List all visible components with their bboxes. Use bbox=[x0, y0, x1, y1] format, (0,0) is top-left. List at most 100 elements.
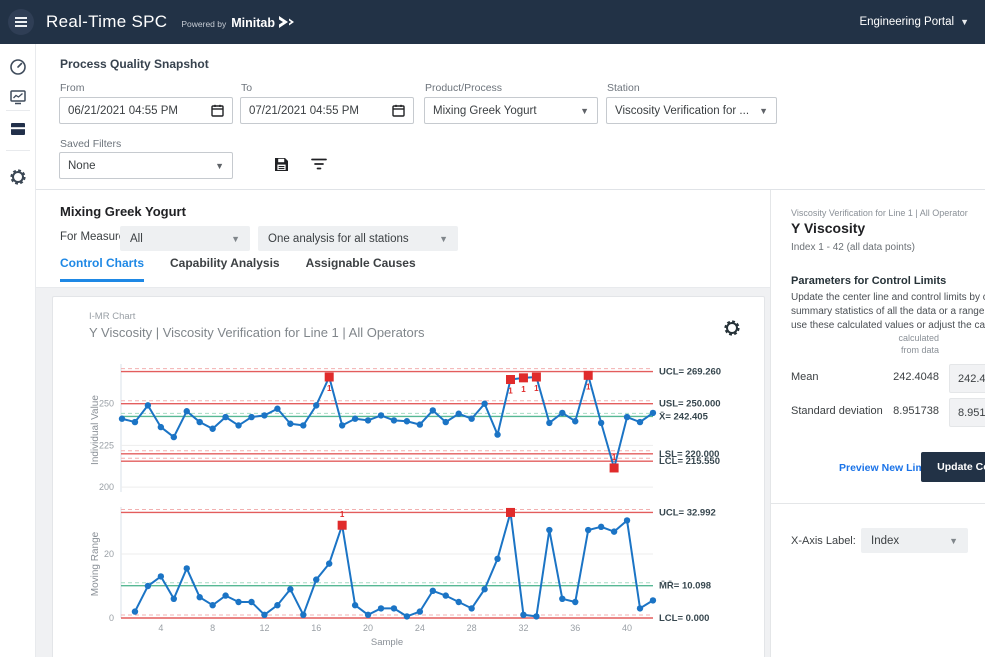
svg-text:4: 4 bbox=[158, 623, 163, 633]
caret-down-icon: ▼ bbox=[215, 161, 224, 171]
svg-text:1: 1 bbox=[340, 510, 345, 519]
saved-filters-select[interactable]: None ▼ bbox=[59, 152, 233, 179]
svg-text:1: 1 bbox=[612, 453, 617, 462]
from-label: From bbox=[60, 82, 85, 94]
caret-down-icon: ▼ bbox=[960, 17, 969, 27]
save-icon bbox=[273, 156, 290, 173]
caret-down-icon: ▼ bbox=[439, 234, 448, 244]
svg-text:16: 16 bbox=[311, 623, 321, 633]
svg-text:1: 1 bbox=[327, 384, 332, 393]
analysis-column: Mixing Greek Yogurt For Measure: All ▼ O… bbox=[36, 190, 770, 657]
from-date-input[interactable]: 06/21/2021 04:55 PM bbox=[59, 97, 233, 124]
to-label: To bbox=[241, 82, 252, 94]
parameters-description: Update the center line and control limit… bbox=[791, 291, 985, 332]
sidebar-item-charts[interactable] bbox=[9, 88, 27, 106]
sidebar-item-settings[interactable] bbox=[9, 168, 27, 186]
minitab-logo bbox=[279, 16, 294, 28]
analysis-header: Mixing Greek Yogurt For Measure: All ▼ O… bbox=[36, 190, 770, 288]
svg-text:12: 12 bbox=[259, 623, 269, 633]
left-icon-rail bbox=[0, 44, 36, 657]
app-title: Real-Time SPC bbox=[46, 12, 167, 32]
menu-icon[interactable] bbox=[8, 9, 34, 35]
panel-divider bbox=[771, 503, 985, 504]
measure-select[interactable]: All ▼ bbox=[120, 226, 250, 251]
caret-down-icon: ▼ bbox=[759, 106, 768, 116]
imr-chart-card: I-MR Chart Y Viscosity | Viscosity Verif… bbox=[52, 296, 765, 657]
svg-text:40: 40 bbox=[622, 623, 632, 633]
xaxis-select[interactable]: Index ▼ bbox=[861, 528, 968, 553]
mean-calculated-value: 242.4048 bbox=[791, 371, 939, 383]
station-select[interactable]: Viscosity Verification for ... ▼ bbox=[606, 97, 777, 124]
process-title: Mixing Greek Yogurt bbox=[60, 204, 186, 219]
portal-selector[interactable]: Engineering Portal ▼ bbox=[859, 16, 969, 28]
svg-text:LCL= 215.550: LCL= 215.550 bbox=[659, 456, 720, 467]
products-box-icon bbox=[9, 120, 27, 138]
svg-text:8: 8 bbox=[210, 623, 215, 633]
chart-title: Y Viscosity | Viscosity Verification for… bbox=[89, 325, 425, 340]
gear-icon bbox=[723, 319, 741, 337]
tab-bar: Control Charts Capability Analysis Assig… bbox=[60, 256, 416, 282]
svg-text:1: 1 bbox=[521, 385, 526, 394]
tab-assignable-causes[interactable]: Assignable Causes bbox=[306, 256, 416, 282]
svg-text:M̄R̄= 10.098: M̄R̄= 10.098 bbox=[659, 581, 711, 592]
measure-title: Y Viscosity bbox=[791, 220, 865, 236]
chart-settings-button[interactable] bbox=[723, 319, 741, 337]
svg-text:28: 28 bbox=[467, 623, 477, 633]
settings-gear-icon bbox=[9, 168, 27, 186]
product-select[interactable]: Mixing Greek Yogurt ▼ bbox=[424, 97, 598, 124]
app-header: Real-Time SPC Powered by Minitab Enginee… bbox=[0, 0, 985, 44]
xaxis-label: X-Axis Label: bbox=[791, 535, 856, 547]
dashboard-gauge-icon bbox=[9, 58, 27, 76]
sidebar-item-dashboard[interactable] bbox=[9, 58, 27, 76]
tab-capability-analysis[interactable]: Capability Analysis bbox=[170, 256, 280, 282]
analysis-mode-select[interactable]: One analysis for all stations ▼ bbox=[258, 226, 458, 251]
index-range: Index 1 - 42 (all data points) bbox=[791, 242, 915, 253]
svg-text:20: 20 bbox=[104, 549, 114, 559]
control-limits-panel: Viscosity Verification for Line 1 | All … bbox=[770, 190, 985, 657]
saved-filters-label: Saved Filters bbox=[60, 138, 121, 150]
filter-icon bbox=[311, 157, 327, 171]
moving-range-chart: 200481216202428323640SampleMoving RangeU… bbox=[53, 506, 759, 657]
svg-text:225: 225 bbox=[99, 440, 114, 450]
filter-options-button[interactable] bbox=[311, 157, 331, 177]
caret-down-icon: ▼ bbox=[580, 106, 589, 116]
sidebar-item-products[interactable] bbox=[9, 120, 27, 138]
svg-text:250: 250 bbox=[99, 399, 114, 409]
calendar-icon bbox=[211, 104, 224, 117]
content-area: Mixing Greek Yogurt For Measure: All ▼ O… bbox=[36, 190, 985, 657]
svg-text:200: 200 bbox=[99, 482, 114, 492]
for-measure-label: For Measure: bbox=[60, 231, 128, 243]
svg-text:1: 1 bbox=[586, 382, 591, 391]
svg-text:UCL= 269.260: UCL= 269.260 bbox=[659, 367, 721, 378]
chart-type-label: I-MR Chart bbox=[89, 311, 135, 322]
tab-control-charts[interactable]: Control Charts bbox=[60, 256, 144, 282]
product-label: Product/Process bbox=[425, 82, 502, 94]
svg-text:USL= 250.000: USL= 250.000 bbox=[659, 399, 721, 410]
svg-text:32: 32 bbox=[518, 623, 528, 633]
svg-text:1: 1 bbox=[508, 387, 513, 396]
svg-text:20: 20 bbox=[363, 623, 373, 633]
charts-monitor-icon bbox=[9, 88, 27, 106]
real-time-spc-app: Real-Time SPC Powered by Minitab Enginee… bbox=[0, 0, 985, 657]
calculated-column-header: calculated from data bbox=[791, 333, 939, 356]
caret-down-icon: ▼ bbox=[231, 234, 240, 244]
svg-text:X̄= 242.405: X̄= 242.405 bbox=[659, 411, 709, 422]
svg-text:Sample: Sample bbox=[371, 637, 403, 648]
chart-background: I-MR Chart Y Viscosity | Viscosity Verif… bbox=[36, 288, 770, 657]
svg-text:24: 24 bbox=[415, 623, 425, 633]
caret-down-icon: ▼ bbox=[949, 536, 958, 546]
stdev-input[interactable]: 8.951738 bbox=[949, 398, 985, 427]
panel-title: Process Quality Snapshot bbox=[60, 57, 209, 71]
svg-text:1: 1 bbox=[534, 384, 539, 393]
stdev-calculated-value: 8.951738 bbox=[791, 405, 939, 417]
save-filter-button[interactable] bbox=[273, 156, 293, 176]
station-label: Station bbox=[607, 82, 640, 94]
calendar-icon bbox=[392, 104, 405, 117]
svg-text:Individual Value: Individual Value bbox=[90, 395, 101, 465]
svg-text:36: 36 bbox=[570, 623, 580, 633]
svg-text:UCL= 32.992: UCL= 32.992 bbox=[659, 507, 716, 518]
update-control-limits-button[interactable]: Update Control Limits bbox=[921, 452, 985, 482]
mean-input[interactable]: 242.4048 bbox=[949, 364, 985, 393]
filter-panel: Process Quality Snapshot From 06/21/2021… bbox=[36, 44, 985, 190]
to-date-input[interactable]: 07/21/2021 04:55 PM bbox=[240, 97, 414, 124]
